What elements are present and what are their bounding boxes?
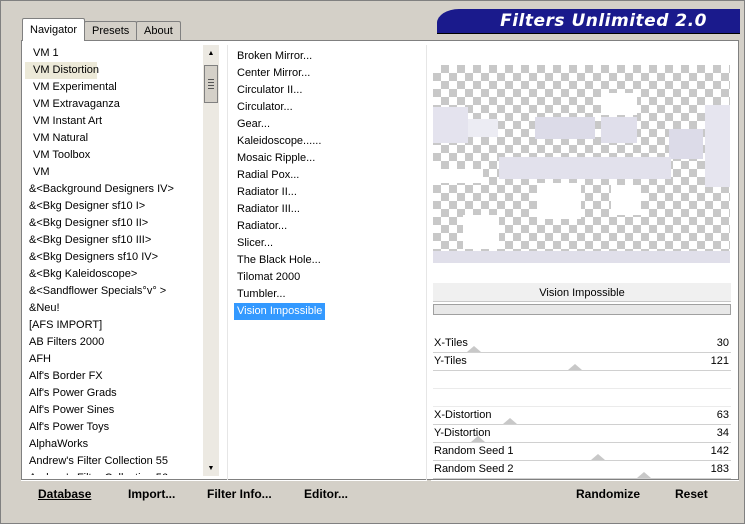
- category-item[interactable]: [AFS IMPORT]: [25, 317, 201, 334]
- category-item[interactable]: &<Bkg Kaleidoscope>: [25, 266, 201, 283]
- param-row[interactable]: Y-Distortion 34: [433, 425, 731, 443]
- scroll-up-icon[interactable]: ▲: [203, 45, 219, 61]
- divider: [227, 45, 228, 481]
- left-button-bar: Database Import... Filter Info... Editor…: [21, 480, 427, 507]
- filters-unlimited-window: Filters Unlimited 2.0 Navigator Presets …: [0, 0, 745, 524]
- filter-item[interactable]: Radiator III...: [234, 201, 303, 218]
- category-item[interactable]: AB Filters 2000: [25, 334, 201, 351]
- filter-item[interactable]: Tumbler...: [234, 286, 289, 303]
- param-slider-track[interactable]: [433, 478, 731, 479]
- category-list[interactable]: VM 1 VM Distortion VM Experimental VM Extra…: [25, 45, 201, 475]
- right-button-bar: Randomize Reset: [431, 480, 739, 507]
- divider: [426, 45, 427, 481]
- filter-item[interactable]: Mosaic Ripple...: [234, 150, 318, 167]
- param-slider-thumb[interactable]: [567, 364, 582, 370]
- category-item[interactable]: &<Bkg Designer sf10 I>: [25, 198, 201, 215]
- param-value: 34: [716, 427, 729, 439]
- param-row[interactable]: Random Seed 1 142: [433, 443, 731, 461]
- filter-item[interactable]: Kaleidoscope......: [234, 133, 324, 150]
- category-item[interactable]: &<Bkg Designer sf10 III>: [25, 232, 201, 249]
- category-item[interactable]: VM Natural: [25, 130, 201, 147]
- category-item[interactable]: VM Distortion: [25, 62, 99, 79]
- filter-item[interactable]: Radiator...: [234, 218, 290, 235]
- filter-item[interactable]: Vision Impossible: [234, 303, 326, 320]
- param-value: 142: [710, 445, 729, 457]
- category-item[interactable]: VM Experimental: [25, 79, 201, 96]
- category-item[interactable]: Alf's Border FX: [25, 368, 201, 385]
- param-value: 121: [710, 355, 729, 367]
- category-item[interactable]: AlphaWorks: [25, 436, 201, 453]
- category-scrollbar[interactable]: ▲ ▼: [203, 45, 219, 476]
- filter-item[interactable]: Circulator...: [234, 99, 296, 116]
- param-value: 30: [716, 337, 729, 349]
- filter-item[interactable]: Tilomat 2000: [234, 269, 303, 286]
- filter-item[interactable]: Radial Pox...: [234, 167, 302, 184]
- filter-item[interactable]: Gear...: [234, 116, 273, 133]
- param-label: Random Seed 2: [434, 463, 514, 475]
- category-item[interactable]: Andrew's Filter Collection 56: [25, 470, 201, 475]
- tab-presets[interactable]: Presets: [84, 21, 138, 41]
- category-item[interactable]: VM 1: [25, 45, 201, 62]
- import-button[interactable]: Import...: [128, 487, 175, 501]
- scroll-thumb[interactable]: [204, 65, 218, 103]
- param-row[interactable]: X-Tiles 30: [433, 335, 731, 353]
- param-row[interactable]: X-Distortion 63: [433, 407, 731, 425]
- tab-navigator[interactable]: Navigator: [22, 18, 86, 41]
- param-label: X-Tiles: [434, 337, 468, 349]
- category-item[interactable]: &Neu!: [25, 300, 201, 317]
- param-slider-thumb[interactable]: [470, 436, 485, 442]
- category-item[interactable]: Alf's Power Toys: [25, 419, 201, 436]
- app-banner: Filters Unlimited 2.0: [437, 9, 740, 33]
- reset-button[interactable]: Reset: [675, 487, 708, 501]
- param-row[interactable]: Y-Tiles 121: [433, 353, 731, 371]
- filter-item[interactable]: Broken Mirror...: [234, 48, 315, 65]
- category-item[interactable]: VM Instant Art: [25, 113, 201, 130]
- category-item[interactable]: AFH: [25, 351, 201, 368]
- param-label: Random Seed 1: [434, 445, 514, 457]
- category-item[interactable]: &<Bkg Designer sf10 II>: [25, 215, 201, 232]
- param-label: Y-Tiles: [434, 355, 467, 367]
- tab-about[interactable]: About: [136, 21, 181, 41]
- category-item[interactable]: VM: [25, 164, 201, 181]
- category-item[interactable]: Andrew's Filter Collection 55: [25, 453, 201, 470]
- param-value: 183: [710, 463, 729, 475]
- category-item[interactable]: Alf's Power Grads: [25, 385, 201, 402]
- category-item[interactable]: Alf's Power Sines: [25, 402, 201, 419]
- filter-item[interactable]: Center Mirror...: [234, 65, 313, 82]
- category-item[interactable]: VM Extravaganza: [25, 96, 201, 113]
- filter-item[interactable]: Radiator II...: [234, 184, 300, 201]
- category-item[interactable]: &<Sandflower Specials°v° >: [25, 283, 201, 300]
- filter-item[interactable]: Circulator II...: [234, 82, 305, 99]
- param-slider-thumb[interactable]: [503, 418, 518, 424]
- filter-info-button[interactable]: Filter Info...: [207, 487, 272, 501]
- filter-item[interactable]: Slicer...: [234, 235, 276, 252]
- category-item[interactable]: &<Background Designers IV>: [25, 181, 201, 198]
- editor-button[interactable]: Editor...: [304, 487, 348, 501]
- param-value: 63: [716, 409, 729, 421]
- category-item[interactable]: &<Bkg Designers sf10 IV>: [25, 249, 201, 266]
- app-title: Filters Unlimited 2.0: [500, 11, 707, 31]
- progress-bar: [433, 304, 731, 315]
- param-row-empty: [433, 371, 731, 389]
- param-label: X-Distortion: [434, 409, 492, 421]
- param-row-empty: [433, 389, 731, 407]
- param-row[interactable]: Random Seed 2 183: [433, 461, 731, 479]
- randomize-button[interactable]: Randomize: [576, 487, 640, 501]
- filter-item[interactable]: The Black Hole...: [234, 252, 324, 269]
- param-slider-thumb[interactable]: [466, 346, 481, 352]
- category-item[interactable]: VM Toolbox: [25, 147, 201, 164]
- param-slider-thumb[interactable]: [636, 472, 651, 478]
- param-slider-thumb[interactable]: [591, 454, 606, 460]
- preview-filter-name: Vision Impossible: [433, 282, 731, 302]
- filter-list[interactable]: Broken Mirror... Center Mirror... Circulat…: [234, 48, 424, 320]
- scroll-down-icon[interactable]: ▼: [203, 460, 219, 476]
- database-button[interactable]: Database: [38, 487, 91, 501]
- preview-image: [433, 65, 730, 263]
